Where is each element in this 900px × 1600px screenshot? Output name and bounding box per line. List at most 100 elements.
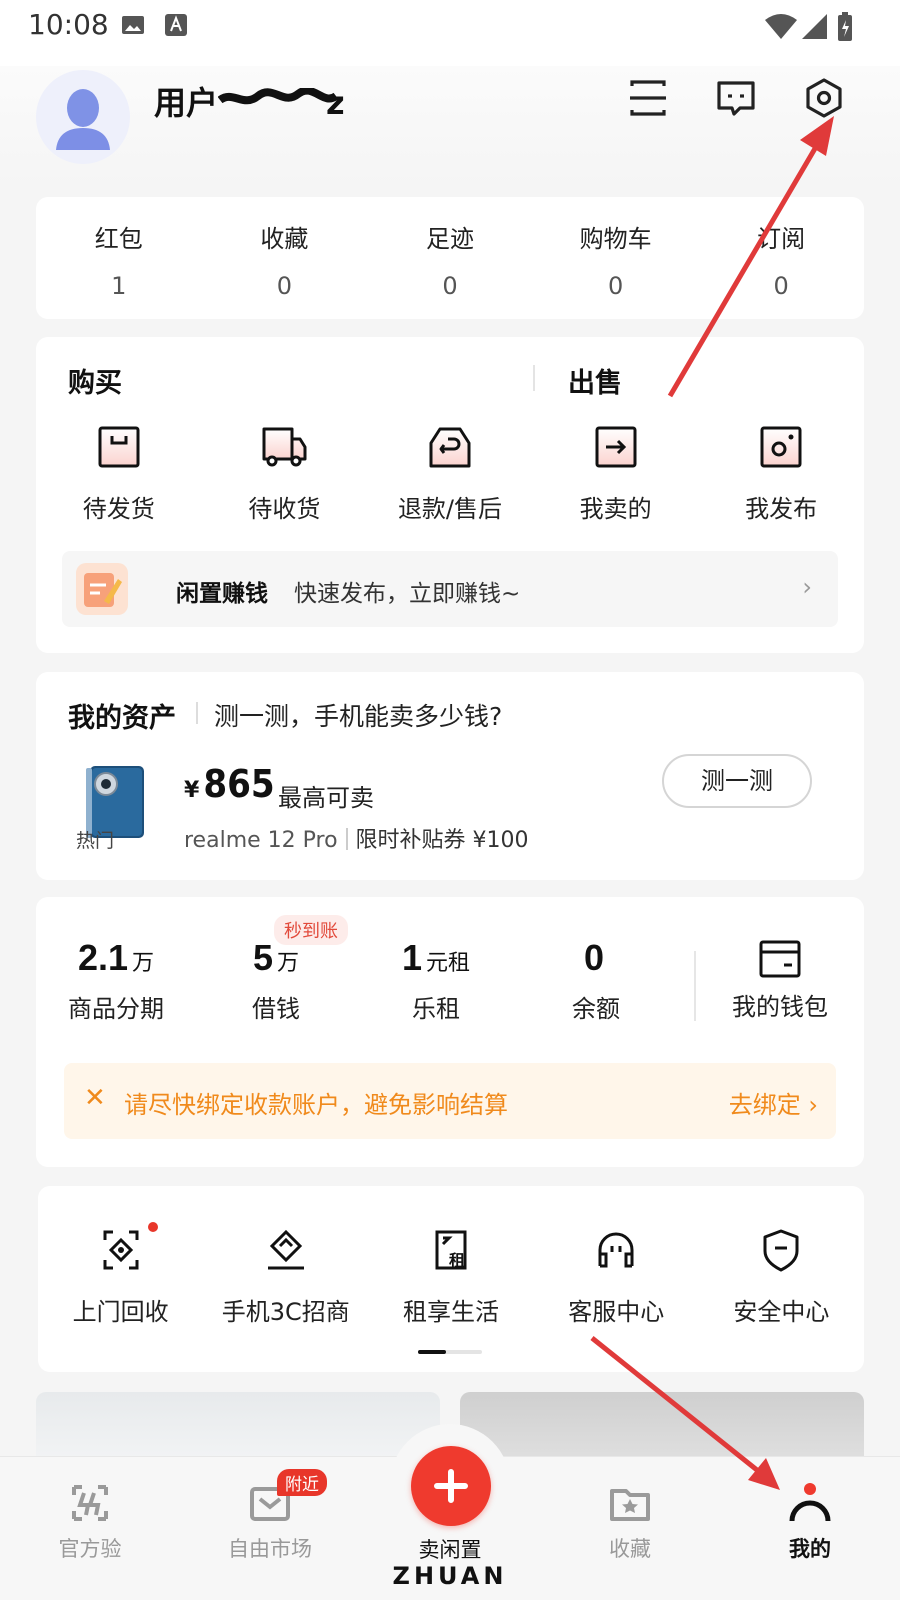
finance-number: 1 <box>401 937 422 978</box>
nav-free-market[interactable]: 附近 自由市场 <box>195 1469 345 1563</box>
finance-unit: 万 <box>132 951 155 976</box>
stat-label: 收藏 <box>260 225 309 253</box>
profile-icon <box>789 1483 831 1522</box>
earn-title: 闲置赚钱 <box>176 581 268 607</box>
service-label: 租享生活 <box>403 1298 499 1326</box>
nav-official-check[interactable]: 官方验 <box>15 1479 165 1563</box>
truck-icon <box>262 427 307 467</box>
order-pending-receive[interactable]: 待收货 <box>202 423 368 524</box>
orders-card: 购买 出售 待发货 待收货 退款/售后 我卖的 我发布 闲置赚钱 快速发布，立即… <box>36 337 864 653</box>
wifi-icon <box>765 14 797 39</box>
assets-title: 我的资产 <box>68 703 176 734</box>
service-recycle[interactable]: 上门回收 <box>38 1222 203 1327</box>
service-rent[interactable]: 租 租享生活 <box>368 1226 533 1327</box>
status-time: 10:08 <box>28 8 109 41</box>
wallet-icon <box>759 940 801 978</box>
username-text: 用户 <box>154 84 219 122</box>
scan-icon[interactable] <box>626 76 670 120</box>
shield-icon <box>763 1229 799 1272</box>
estimated-price: ¥865 <box>184 762 275 806</box>
nav-favorites[interactable]: 收藏 <box>555 1479 705 1563</box>
stat-value: 0 <box>276 272 293 300</box>
service-label: 安全中心 <box>733 1298 830 1326</box>
official-check-icon <box>72 1485 108 1521</box>
bind-account-link[interactable]: 去绑定 › <box>729 1085 818 1120</box>
pending-ship-icon <box>98 426 140 468</box>
nav-label: 官方验 <box>58 1537 122 1561</box>
stat-label: 购物车 <box>579 225 652 253</box>
order-label: 待发货 <box>82 495 155 523</box>
wallet-label: 我的钱包 <box>732 993 828 1021</box>
sell-idle-button[interactable] <box>411 1446 491 1526</box>
order-label: 我发布 <box>745 495 818 523</box>
finance-unit: 元租 <box>426 951 471 976</box>
my-wallet[interactable]: 我的钱包 <box>696 939 864 1022</box>
status-bar: 10:08 <box>0 0 900 66</box>
service-merchant[interactable]: 手机3C招商 <box>203 1226 368 1327</box>
stat-label: 足迹 <box>425 225 474 253</box>
service-label: 上门回收 <box>72 1298 169 1326</box>
coupon-text: 限时补贴券 ¥100 <box>355 828 529 853</box>
stat-label: 红包 <box>94 225 143 253</box>
plus-icon <box>434 1469 468 1503</box>
nav-label: 我的 <box>789 1537 831 1561</box>
finance-installment[interactable]: 2.1 万 商品分期 <box>36 937 196 1024</box>
brand-logo: ZHUAN <box>392 1562 508 1590</box>
nav-my-profile[interactable]: 我的 <box>735 1479 885 1563</box>
nav-label: 自由市场 <box>228 1537 312 1561</box>
bind-account-notice: ✕ 请尽快绑定收款账户，避免影响结算 去绑定 › <box>64 1063 836 1139</box>
published-icon <box>760 426 802 468</box>
settings-icon[interactable] <box>802 76 846 120</box>
model-separator <box>345 828 348 850</box>
svg-text:租: 租 <box>449 1251 465 1270</box>
chevron-right-icon: › <box>802 573 812 601</box>
profile-header: 用户 z <box>0 66 900 186</box>
rent-icon: 租 <box>435 1230 467 1270</box>
stat-cart[interactable]: 购物车 0 <box>533 197 699 319</box>
price-value: 865 <box>203 762 275 806</box>
test-price-button[interactable]: 测一测 <box>662 754 812 808</box>
order-refund[interactable]: 退款/售后 <box>367 423 533 524</box>
merchant-icon <box>267 1229 304 1270</box>
stat-favorites[interactable]: 收藏 0 <box>202 197 368 319</box>
currency-symbol: ¥ <box>184 778 200 803</box>
finance-rent[interactable]: 1 元租 乐租 <box>356 937 516 1024</box>
section-divider <box>533 365 535 391</box>
assets-title-separator <box>196 702 198 724</box>
stat-footprints[interactable]: 足迹 0 <box>367 197 533 319</box>
finance-card: 2.1 万 商品分期 秒到账 5万 借钱 1 元租 乐租 0 余额 我的钱包 ✕ 请… <box>36 897 864 1167</box>
stat-red-packet[interactable]: 红包 1 <box>36 197 202 319</box>
order-published[interactable]: 我发布 <box>698 423 864 524</box>
refund-icon <box>429 427 471 468</box>
user-avatar-icon <box>56 89 110 150</box>
close-icon[interactable]: ✕ <box>84 1083 106 1113</box>
recycle-icon <box>103 1230 139 1270</box>
stat-subscriptions[interactable]: 订阅 0 <box>698 197 864 319</box>
finance-label: 余额 <box>572 995 620 1023</box>
earn-money-banner[interactable]: 闲置赚钱 快速发布，立即赚钱~ › <box>62 551 838 627</box>
order-pending-ship[interactable]: 待发货 <box>36 423 202 524</box>
avatar[interactable] <box>36 70 130 164</box>
stat-value: 0 <box>442 272 458 300</box>
stat-value: 1 <box>111 272 127 300</box>
service-label: 客服中心 <box>568 1298 665 1326</box>
username[interactable]: 用户 z <box>154 78 345 124</box>
service-security[interactable]: 安全中心 <box>699 1226 864 1327</box>
carousel-indicator <box>418 1350 482 1354</box>
earn-money-icon <box>76 563 128 615</box>
sell-idle-label[interactable]: 卖闲置 <box>400 1534 500 1564</box>
nav-label: 收藏 <box>609 1537 651 1561</box>
order-label: 退款/售后 <box>397 495 503 523</box>
buy-section-title: 购买 <box>68 368 122 399</box>
finance-loan[interactable]: 秒到账 5万 借钱 <box>196 915 356 1024</box>
stat-value: 0 <box>773 272 789 300</box>
assets-subtitle[interactable]: 测一测，手机能卖多少钱? <box>214 697 502 733</box>
service-customer-support[interactable]: 客服中心 <box>534 1226 699 1327</box>
message-icon[interactable] <box>714 76 758 120</box>
finance-number: 2.1 <box>77 937 129 978</box>
finance-label: 借钱 <box>252 995 300 1023</box>
sold-icon <box>595 426 637 468</box>
order-sold[interactable]: 我卖的 <box>533 423 699 524</box>
finance-balance[interactable]: 0 余额 <box>516 937 676 1024</box>
sell-section-title: 出售 <box>568 368 622 399</box>
